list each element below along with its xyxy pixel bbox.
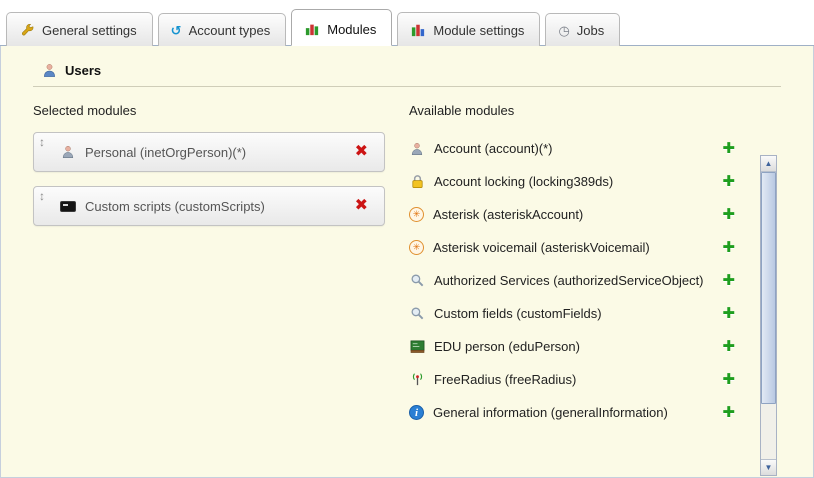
available-module-edu-person: EDU person (eduPerson) ✚ [409,330,735,363]
users-section-title: Users [65,63,101,78]
blackboard-icon [409,339,425,355]
selected-modules-heading: Selected modules [33,103,385,118]
available-module-account: Account (account)(*) ✚ [409,132,735,165]
modules-icon [304,21,320,37]
module-settings-icon [410,22,426,38]
remove-module-icon[interactable]: ✖ [355,144,368,160]
magnifier-icon [409,306,425,322]
modules-panel: Users Selected modules ↕ Personal (inetO… [0,46,814,478]
magnifier-icon [409,273,425,289]
scrollbar-track[interactable] [761,172,776,459]
tab-module-settings[interactable]: Module settings [397,12,540,46]
add-module-icon[interactable]: ✚ [722,141,735,156]
add-module-icon[interactable]: ✚ [722,405,735,420]
drag-handle-icon[interactable]: ↕ [39,189,45,203]
add-module-icon[interactable]: ✚ [722,306,735,321]
tab-label: Jobs [577,23,604,38]
tab-label: Module settings [433,23,524,38]
available-modules-heading: Available modules [409,103,781,118]
add-module-icon[interactable]: ✚ [722,273,735,288]
tab-bar: General settings ↺ Account types Modules… [0,0,814,46]
available-modules-column: Available modules Account (account)(*) ✚… [409,103,781,429]
available-module-authorized-services: Authorized Services (authorizedServiceOb… [409,264,735,297]
tab-jobs[interactable]: ◷ Jobs [545,13,620,46]
antenna-icon [409,372,425,388]
lock-icon [409,174,425,190]
available-module-label: EDU person (eduPerson) [434,339,580,354]
available-module-label: Authorized Services (authorizedServiceOb… [434,273,704,288]
person-icon [60,144,76,160]
clock-icon: ◷ [558,24,569,37]
available-module-label: Account locking (locking389ds) [434,174,613,189]
available-module-label: Custom fields (customFields) [434,306,602,321]
tab-label: Account types [189,23,271,38]
tab-label: Modules [327,22,376,37]
user-icon [41,62,57,78]
add-module-icon[interactable]: ✚ [722,240,735,255]
tab-general-settings[interactable]: General settings [6,12,153,46]
available-module-asterisk-voicemail: ✳ Asterisk voicemail (asteriskVoicemail)… [409,231,735,264]
scroll-down-button[interactable]: ▼ [761,459,776,475]
add-module-icon[interactable]: ✚ [722,339,735,354]
available-module-label: Account (account)(*) [434,141,553,156]
add-module-icon[interactable]: ✚ [722,372,735,387]
drag-handle-icon[interactable]: ↕ [39,135,45,149]
available-module-label: General information (generalInformation) [433,405,668,420]
tab-label: General settings [42,23,137,38]
available-module-label: Asterisk voicemail (asteriskVoicemail) [433,240,650,255]
person-icon [409,141,425,157]
users-section-header: Users [41,62,781,78]
available-module-account-locking: Account locking (locking389ds) ✚ [409,165,735,198]
add-module-icon[interactable]: ✚ [722,174,735,189]
available-module-freeradius: FreeRadius (freeRadius) ✚ [409,363,735,396]
selected-module-label: Custom scripts (customScripts) [85,199,265,214]
terminal-icon [60,201,76,212]
available-module-label: FreeRadius (freeRadius) [434,372,576,387]
scroll-up-button[interactable]: ▲ [761,156,776,172]
wrench-icon [19,22,35,38]
selected-modules-column: Selected modules ↕ Personal (inetOrgPers… [33,103,385,429]
section-divider [33,86,781,87]
scrollbar-thumb[interactable] [761,172,776,404]
selected-module-label: Personal (inetOrgPerson)(*) [85,145,246,160]
tab-account-types[interactable]: ↺ Account types [158,13,287,46]
asterisk-icon: ✳ [409,240,424,255]
selected-module-custom-scripts[interactable]: ↕ Custom scripts (customScripts) ✖ [33,186,385,226]
available-module-asterisk: ✳ Asterisk (asteriskAccount) ✚ [409,198,735,231]
selected-module-personal[interactable]: ↕ Personal (inetOrgPerson)(*) ✖ [33,132,385,172]
remove-module-icon[interactable]: ✖ [355,198,368,214]
available-module-label: Asterisk (asteriskAccount) [433,207,583,222]
available-module-custom-fields: Custom fields (customFields) ✚ [409,297,735,330]
tab-modules[interactable]: Modules [291,9,392,46]
info-icon: i [409,405,424,420]
available-modules-list: Account (account)(*) ✚ Account locking (… [409,132,781,429]
asterisk-icon: ✳ [409,207,424,222]
available-module-general-information: i General information (generalInformatio… [409,396,735,429]
add-module-icon[interactable]: ✚ [722,207,735,222]
available-modules-scrollbar: ▲ ▼ [760,155,777,476]
refresh-gear-icon: ↺ [171,24,182,37]
